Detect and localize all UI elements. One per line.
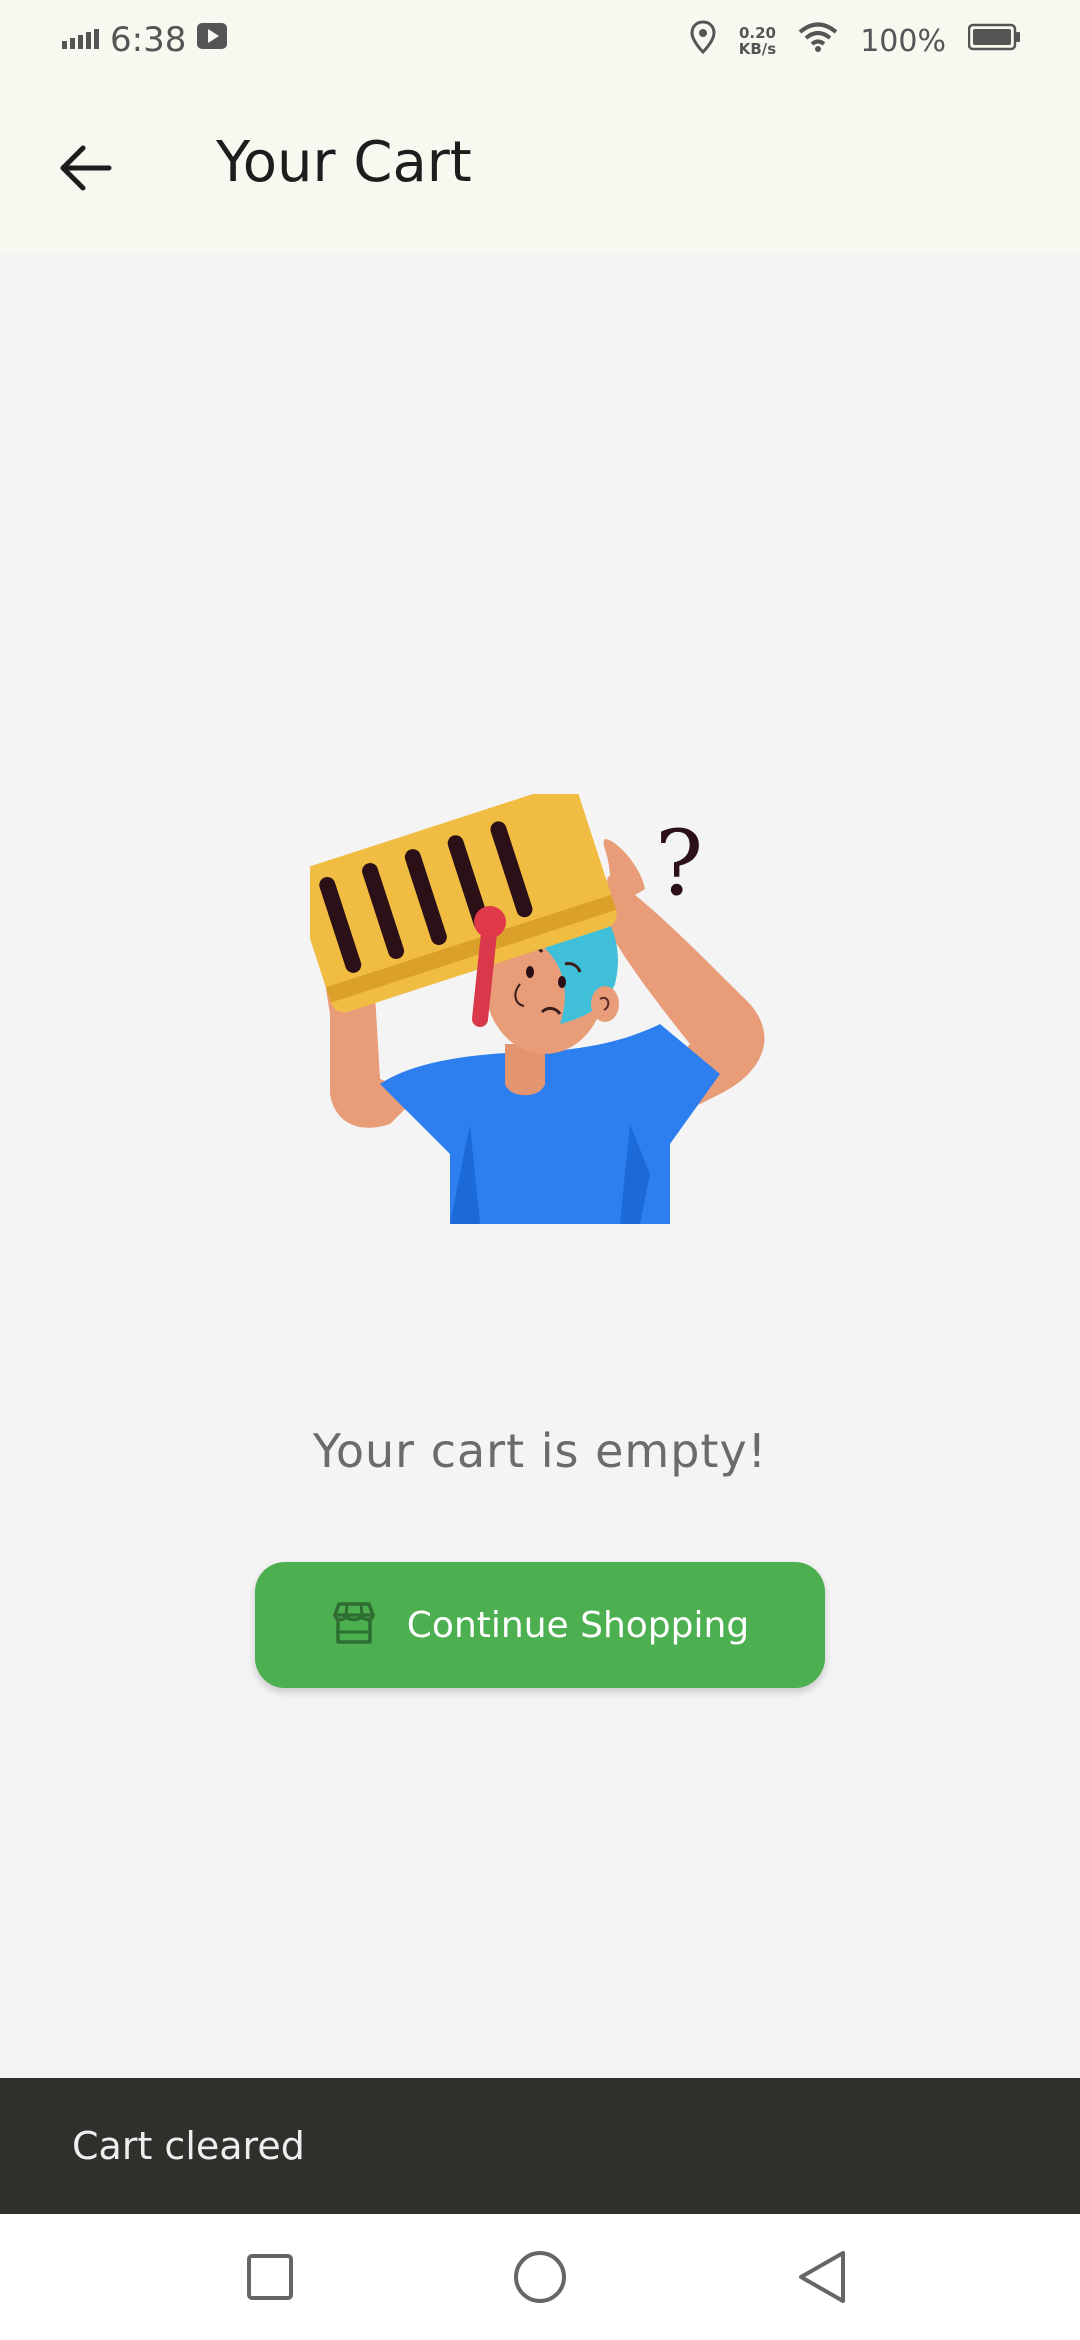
recents-button[interactable] [235,2244,305,2314]
system-nav-bar [0,2214,1080,2340]
signal-icon [60,20,100,60]
arrow-left-icon [57,143,113,197]
back-button[interactable] [40,125,130,215]
back-triangle-icon [795,2249,849,2309]
storefront-icon [331,1601,377,1649]
net-speed-value: 0.20 [738,24,776,42]
recents-square-icon [245,2252,295,2306]
empty-cart-illustration: ? [292,784,780,1294]
status-right: 0.20 KB/s 100% [689,20,1022,62]
empty-cart-message: Your cart is empty! [312,1424,768,1478]
continue-shopping-button[interactable]: Continue Shopping [255,1562,825,1688]
home-circle-icon [512,2249,568,2309]
back-nav-button[interactable] [787,2244,857,2314]
battery-percent: 100% [860,23,946,59]
battery-icon [967,23,1022,59]
status-bar: 6:38 0.20 KB/s 100% [0,0,1080,90]
question-mark: ? [655,811,703,916]
status-time: 6:38 [110,20,187,60]
app-bar: Your Cart [0,90,1080,254]
snackbar: Cart cleared [0,2078,1080,2214]
youtube-icon [196,20,228,60]
net-speed-unit: KB/s [738,40,777,58]
net-speed: 0.20 KB/s [739,25,776,57]
continue-shopping-label: Continue Shopping [406,1604,750,1646]
wifi-icon [798,21,838,61]
main-content: ? Your cart is empty! Continue Shopping [0,254,1080,2078]
location-icon [689,20,717,62]
home-button[interactable] [505,2244,575,2314]
page-title: Your Cart [216,130,472,195]
snackbar-message: Cart cleared [72,2124,305,2168]
status-left: 6:38 [60,20,228,60]
